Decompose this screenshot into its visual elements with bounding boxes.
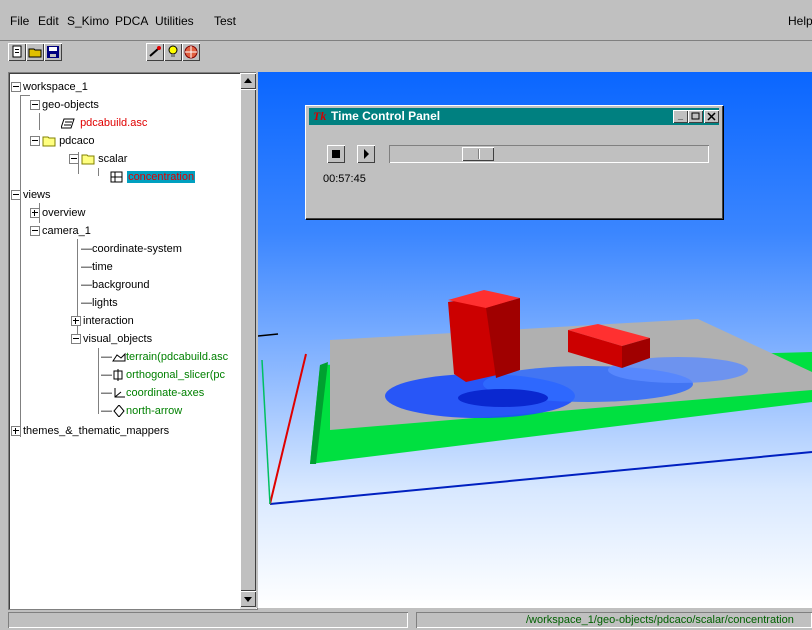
folder-icon <box>42 136 56 147</box>
new-file-icon <box>12 45 22 58</box>
status-left <box>8 612 408 628</box>
menu-help[interactable]: Help <box>788 14 812 28</box>
terrain-icon <box>112 352 126 362</box>
open-button[interactable] <box>26 43 44 61</box>
lightbulb-button[interactable] <box>164 43 182 61</box>
time-panel-titlebar[interactable]: Tk Time Control Panel _ <box>309 108 719 125</box>
tree-node-overview[interactable]: overview <box>30 205 85 221</box>
save-button[interactable] <box>44 43 62 61</box>
north-arrow-line <box>258 333 279 337</box>
slicer-icon <box>113 369 123 382</box>
new-file-button[interactable] <box>8 43 26 61</box>
tree-node-interaction[interactable]: interaction <box>71 313 134 329</box>
stop-button[interactable] <box>327 145 345 163</box>
menu-s-kimo[interactable]: S_Kimo <box>67 14 109 28</box>
tree-node-background[interactable]: —background <box>81 277 150 293</box>
north-arrow-icon <box>113 404 125 418</box>
folder-icon <box>81 154 95 165</box>
wand-button[interactable] <box>146 43 164 61</box>
lightbulb-icon <box>168 45 178 57</box>
concentration-plume-core <box>458 389 548 407</box>
minimize-icon: _ <box>677 111 683 121</box>
tree-node-pdcabuild[interactable]: pdcabuild.asc <box>60 115 147 131</box>
workspace-tree-pane: workspace_1 geo-objects pdcabuild.asc pd… <box>8 72 258 610</box>
menu-pdca[interactable]: PDCA <box>115 14 148 28</box>
tk-icon: Tk <box>313 109 327 123</box>
globe-icon <box>184 45 198 59</box>
play-icon <box>364 149 369 159</box>
tree-node-workspace[interactable]: workspace_1 <box>11 79 88 95</box>
menu-file[interactable]: File <box>10 14 29 28</box>
status-right: /workspace_1/geo-objects/pdcaco/scalar/c… <box>416 612 812 628</box>
tree-node-themes[interactable]: themes_&_thematic_mappers <box>11 423 169 439</box>
tree-node-terrain[interactable]: — terrain(pdcabuild.asc <box>101 349 228 365</box>
tree-node-visual-objects[interactable]: visual_objects <box>71 331 152 347</box>
menu-utilities[interactable]: Utilities <box>155 14 194 28</box>
tree-node-time[interactable]: —time <box>81 259 113 275</box>
stop-icon <box>332 150 340 158</box>
tree-node-slicer[interactable]: — orthogonal_slicer(pc <box>101 367 225 383</box>
status-path: /workspace_1/geo-objects/pdcaco/scalar/c… <box>526 614 794 626</box>
status-bar: /workspace_1/geo-objects/pdcaco/scalar/c… <box>0 610 812 630</box>
tree-node-coordinate-system[interactable]: —coordinate-system <box>81 241 182 257</box>
y-axis-line <box>269 353 307 505</box>
save-icon <box>47 46 59 58</box>
time-readout: 00:57:45 <box>323 173 366 185</box>
menu-edit[interactable]: Edit <box>38 14 59 28</box>
z-axis-line <box>261 359 271 505</box>
scroll-up-button[interactable] <box>240 73 256 89</box>
scroll-thumb[interactable] <box>240 89 256 591</box>
time-slider-thumb[interactable] <box>462 147 494 161</box>
time-panel-title: Time Control Panel <box>331 109 441 123</box>
axes-icon <box>114 388 125 398</box>
maximize-button[interactable] <box>688 110 703 123</box>
tree-node-north-arrow[interactable]: — north-arrow <box>101 403 182 419</box>
tree-node-camera[interactable]: camera_1 <box>30 223 91 239</box>
scroll-down-button[interactable] <box>240 591 256 607</box>
workspace-tree: workspace_1 geo-objects pdcabuild.asc pd… <box>9 73 239 609</box>
tree-node-views[interactable]: views <box>11 187 51 203</box>
tree-node-axes[interactable]: — coordinate-axes <box>101 385 204 401</box>
tree-node-pdcaco[interactable]: pdcaco <box>30 133 95 149</box>
tree-scrollbar[interactable] <box>240 73 256 609</box>
maximize-icon <box>691 112 700 120</box>
tree-node-concentration[interactable]: concentration <box>110 169 196 185</box>
globe-button[interactable] <box>182 43 200 61</box>
arrow-down-icon <box>244 597 252 602</box>
play-button[interactable] <box>357 145 375 163</box>
menu-test[interactable]: Test <box>214 14 236 28</box>
arrow-up-icon <box>244 78 252 83</box>
time-slider[interactable] <box>389 145 709 163</box>
wand-icon <box>149 46 161 57</box>
open-folder-icon <box>28 48 42 58</box>
tree-node-geo-objects[interactable]: geo-objects <box>30 97 99 113</box>
toolbar <box>0 40 812 65</box>
close-button[interactable] <box>704 110 719 123</box>
x-axis-line <box>269 451 812 505</box>
menu-bar: File Edit S_Kimo PDCA Utilities Test Hel… <box>0 0 812 40</box>
grid-icon <box>110 171 123 183</box>
terrain-file-icon <box>60 118 75 129</box>
tree-node-lights[interactable]: —lights <box>81 295 118 311</box>
minimize-button[interactable]: _ <box>673 110 688 123</box>
tree-node-scalar[interactable]: scalar <box>69 151 127 167</box>
close-icon <box>707 112 716 121</box>
time-control-panel: Tk Time Control Panel _ 00:57:45 <box>305 105 723 219</box>
